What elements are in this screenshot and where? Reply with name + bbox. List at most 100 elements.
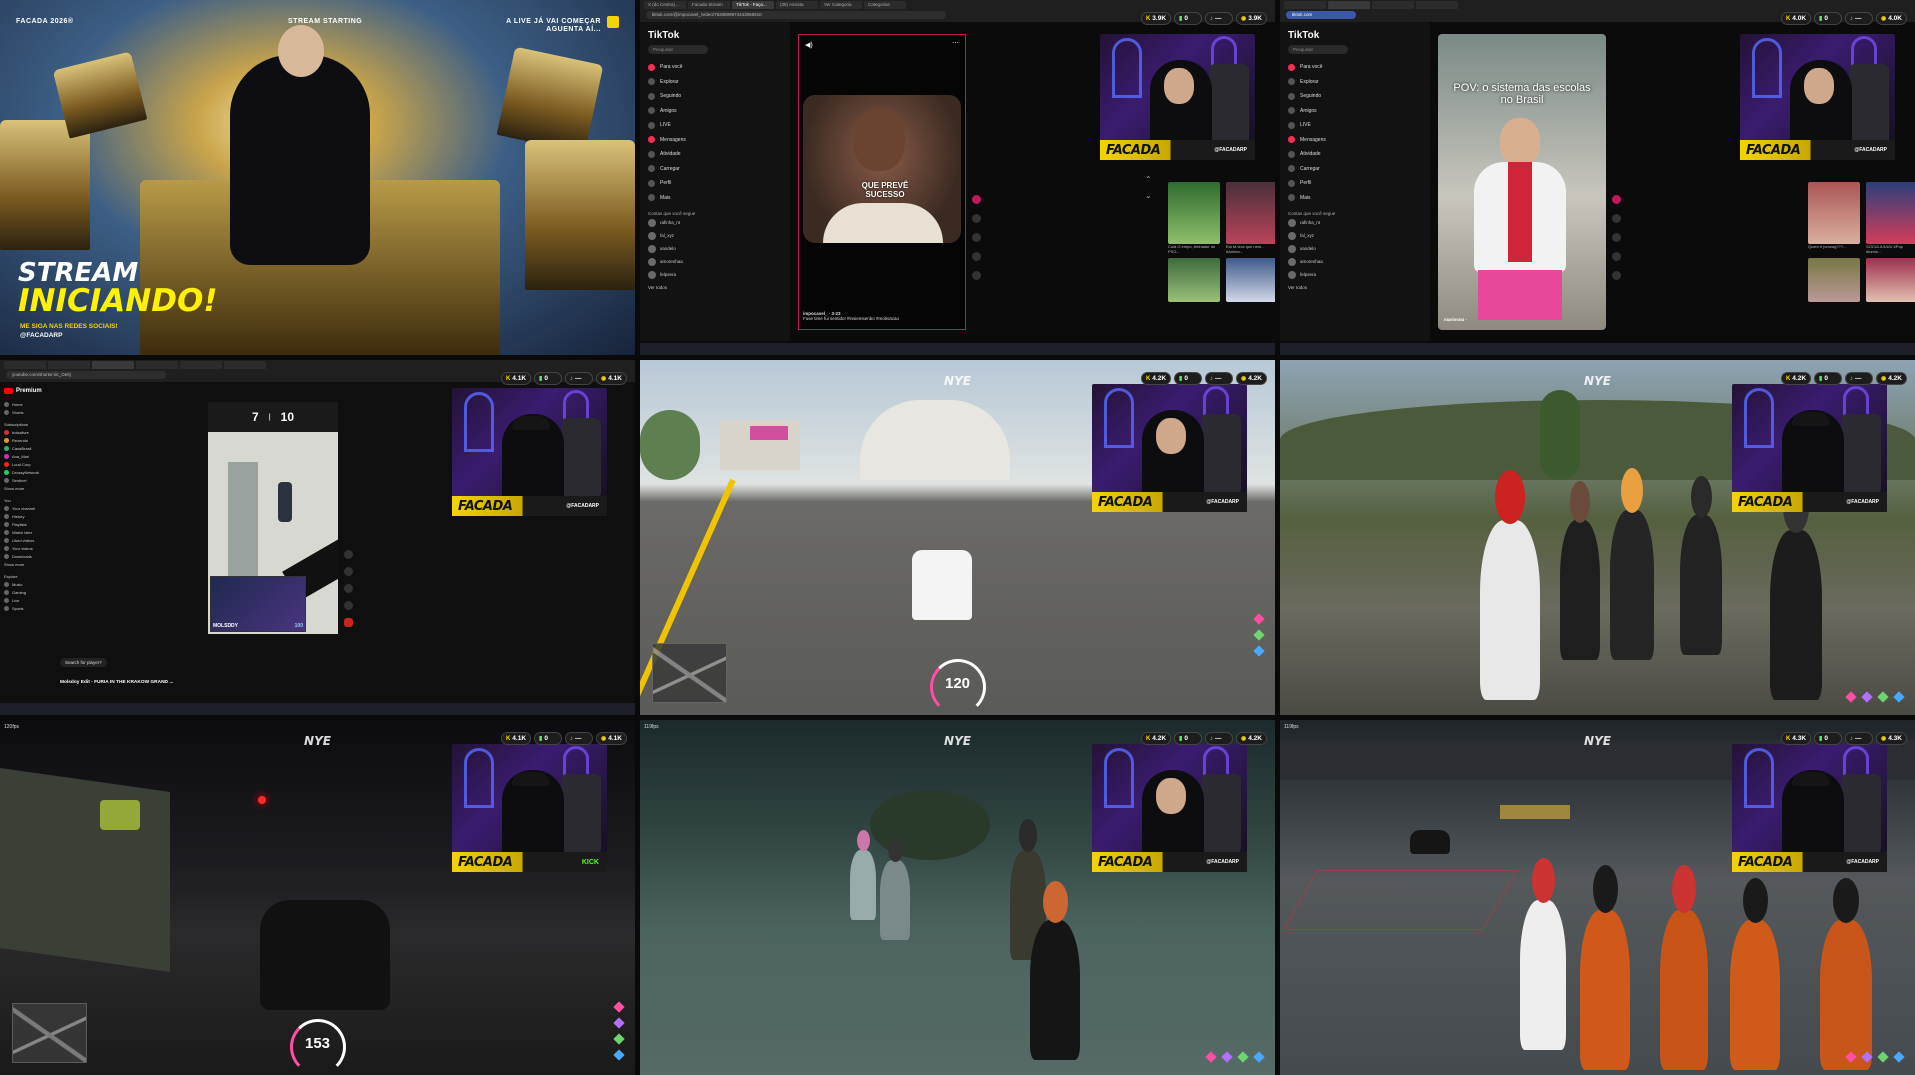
- browser-tab[interactable]: [4, 361, 46, 369]
- yt-section-label[interactable]: Explore: [4, 572, 48, 580]
- nav-activity[interactable]: Atividade: [1288, 147, 1422, 162]
- followed-account[interactable]: amorenhaa: [648, 255, 782, 268]
- yt-section-label[interactable]: You: [4, 496, 48, 504]
- search-input[interactable]: Pesquisar: [1288, 45, 1348, 54]
- heart-icon[interactable]: [972, 214, 981, 223]
- nav-following[interactable]: Seguindo: [648, 89, 782, 104]
- volume-icon[interactable]: ◀): [805, 41, 813, 49]
- nav-profile[interactable]: Perfil: [648, 176, 782, 191]
- thumbnail[interactable]: [1226, 258, 1275, 303]
- browser-tab[interactable]: [136, 361, 178, 369]
- thumbnail[interactable]: [1866, 258, 1915, 303]
- dislike-icon[interactable]: [344, 567, 353, 576]
- shorts-video-player[interactable]: 7 | 10 MOLSDDY 100: [208, 402, 338, 634]
- subscription-item[interactable]: Rezendo: [4, 436, 48, 444]
- nav-more[interactable]: Mais: [648, 191, 782, 206]
- yt-nav-item[interactable]: History: [4, 512, 48, 520]
- browser-tab[interactable]: [180, 361, 222, 369]
- nav-following[interactable]: Seguindo: [1288, 89, 1422, 104]
- yt-nav-item[interactable]: Sports: [4, 604, 48, 612]
- yt-nav-item[interactable]: Shorts: [4, 408, 48, 416]
- nav-messages[interactable]: Mensagens: [1288, 133, 1422, 148]
- thumbnail[interactable]: [1808, 258, 1860, 303]
- browser-tab[interactable]: [1372, 1, 1414, 9]
- browser-tab-active[interactable]: TikTok - Faça...: [732, 1, 774, 9]
- chevron-up-icon[interactable]: ⌃: [1145, 172, 1152, 188]
- browser-tab[interactable]: Ver Categoria: [820, 1, 862, 9]
- nav-activity[interactable]: Atividade: [648, 147, 782, 162]
- followed-account[interactable]: felpsera: [1288, 268, 1422, 281]
- followed-account[interactable]: xandelo: [1288, 242, 1422, 255]
- nav-profile[interactable]: Perfil: [1288, 176, 1422, 191]
- subscription-item[interactable]: Loud Corp: [4, 460, 48, 468]
- nav-for-you[interactable]: Para você: [1288, 60, 1422, 75]
- share-icon[interactable]: [1612, 271, 1621, 280]
- nav-for-you[interactable]: Para você: [648, 60, 782, 75]
- followed-account[interactable]: felpsera: [648, 268, 782, 281]
- video-author[interactable]: mariosou ·: [1444, 317, 1467, 322]
- address-bar[interactable]: tiktok.com/@impocavel_/video/76208099744…: [646, 11, 946, 19]
- heart-icon[interactable]: [1612, 214, 1621, 223]
- nav-messages[interactable]: Mensagens: [648, 133, 782, 148]
- tiktok-logo[interactable]: TikTok: [648, 30, 782, 41]
- followed-account[interactable]: xandelo: [648, 242, 782, 255]
- recommended-item[interactable]: SOCULIUUUU #Pop #turnlu...: [1866, 182, 1915, 254]
- browser-tab[interactable]: (39) Assista: [776, 1, 818, 9]
- subscription-item[interactable]: CasaBrasil: [4, 444, 48, 452]
- tiktok-logo[interactable]: TikTok: [1288, 30, 1422, 41]
- chevron-down-icon[interactable]: ⌄: [1145, 188, 1152, 204]
- search-input[interactable]: Pesquisar: [648, 45, 708, 54]
- tiktok-video-player[interactable]: ◀) ⋯ QUE PREVÊ SUCESSO impocavel_ · 3-23…: [798, 34, 966, 330]
- browser-tab[interactable]: Categorias: [864, 1, 906, 9]
- nav-explore[interactable]: Explorar: [1288, 75, 1422, 90]
- followed-account[interactable]: amorenhaa: [1288, 255, 1422, 268]
- thumbnail[interactable]: [1168, 258, 1220, 303]
- subscription-item[interactable]: Sentinel: [4, 476, 48, 484]
- subscription-item[interactable]: DrossyNetwork: [4, 468, 48, 476]
- comment-icon[interactable]: [972, 233, 981, 242]
- subscription-item[interactable]: Ana_Mari: [4, 452, 48, 460]
- nav-friends[interactable]: Amigos: [648, 104, 782, 119]
- address-bar[interactable]: tiktok.com: [1286, 11, 1356, 19]
- browser-tab-active[interactable]: [1328, 1, 1370, 9]
- yt-nav-item[interactable]: Home: [4, 400, 48, 408]
- yt-nav-item[interactable]: Your videos: [4, 544, 48, 552]
- subscription-item[interactable]: bolsalivre: [4, 428, 48, 436]
- sound-icon[interactable]: [344, 618, 353, 627]
- bookmark-icon[interactable]: [1612, 252, 1621, 261]
- shorts-title[interactable]: Molsdoy Edit - FURIA IN THE KRAKOW GRAND…: [60, 680, 173, 685]
- share-icon[interactable]: [344, 601, 353, 610]
- yt-nav-item[interactable]: Music: [4, 580, 48, 588]
- recommended-item[interactable]: Cuiá O empo, treinador do PSG...: [1168, 182, 1220, 254]
- creator-avatar[interactable]: [972, 195, 981, 204]
- followed-account[interactable]: fal_xyz: [1288, 229, 1422, 242]
- recommended-item[interactable]: Ela tá viva que nem... #Anima...: [1226, 182, 1275, 254]
- browser-tab[interactable]: [224, 361, 266, 369]
- followed-account[interactable]: fal_xyz: [648, 229, 782, 242]
- browser-tab[interactable]: [1416, 1, 1458, 9]
- browser-tab[interactable]: [48, 361, 90, 369]
- comment-icon[interactable]: [1612, 233, 1621, 242]
- youtube-logo[interactable]: Premium: [4, 388, 48, 394]
- bookmark-icon[interactable]: [972, 252, 981, 261]
- nav-more[interactable]: Mais: [1288, 191, 1422, 206]
- followed-account[interactable]: rafinha_nt: [1288, 216, 1422, 229]
- browser-tab-active[interactable]: [92, 361, 134, 369]
- yt-nav-item[interactable]: Downloads: [4, 552, 48, 560]
- yt-nav-item[interactable]: Playlists: [4, 520, 48, 528]
- like-icon[interactable]: [344, 550, 353, 559]
- nav-upload[interactable]: Carregar: [1288, 162, 1422, 177]
- nav-friends[interactable]: Amigos: [1288, 104, 1422, 119]
- creator-avatar[interactable]: [1612, 195, 1621, 204]
- yt-nav-item[interactable]: Watch later: [4, 528, 48, 536]
- recommended-item[interactable]: Quem é jornzag???...: [1808, 182, 1860, 254]
- share-icon[interactable]: [972, 271, 981, 280]
- comment-icon[interactable]: [344, 584, 353, 593]
- followed-account[interactable]: rafinha_nt: [648, 216, 782, 229]
- browser-tab[interactable]: [1284, 1, 1326, 9]
- search-hint[interactable]: Search for player?: [60, 658, 107, 667]
- nav-live[interactable]: LIVE: [648, 118, 782, 133]
- see-all-link[interactable]: Ver todos: [1288, 281, 1422, 294]
- nav-live[interactable]: LIVE: [1288, 118, 1422, 133]
- yt-nav-item[interactable]: Live: [4, 596, 48, 604]
